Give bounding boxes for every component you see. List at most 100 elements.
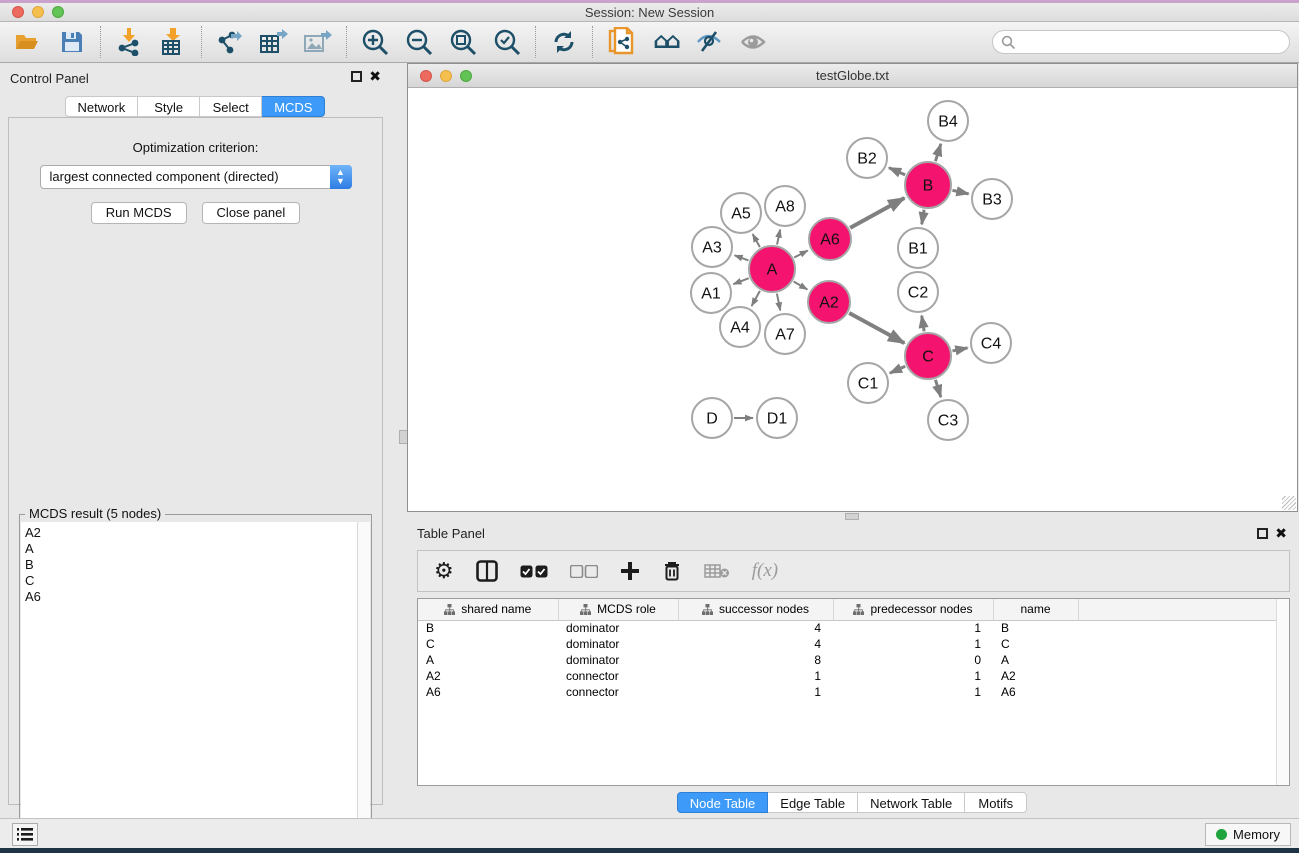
zoom-selected-icon[interactable] <box>492 27 522 57</box>
table-row[interactable]: Cdominator41C <box>418 636 1290 652</box>
graph-edge-A6-B[interactable] <box>850 198 904 228</box>
window-resize-grip[interactable] <box>1282 496 1296 510</box>
column-header-shared-name[interactable]: shared name <box>418 599 558 620</box>
split-view-icon[interactable] <box>476 556 498 586</box>
deselect-all-icon[interactable] <box>570 556 598 586</box>
graph-edge-B-B4[interactable] <box>935 144 940 161</box>
table-scrollbar[interactable] <box>1276 599 1289 785</box>
table-cell[interactable]: 1 <box>833 668 993 684</box>
hide-panel-icon[interactable] <box>694 27 724 57</box>
graph-edge-B-B1[interactable] <box>922 210 924 225</box>
table-cell[interactable]: dominator <box>558 620 678 636</box>
export-table-icon[interactable] <box>259 27 289 57</box>
table-cell[interactable]: 1 <box>833 684 993 700</box>
table-cell[interactable]: 1 <box>678 668 833 684</box>
table-cell[interactable]: A6 <box>993 684 1078 700</box>
network-canvas[interactable]: AA1A2A3A4A5A6A7A8BB1B2B3B4CC1C2C3C4DD1 <box>408 88 1297 511</box>
table-cell[interactable]: A2 <box>993 668 1078 684</box>
mcds-result-scrollbar[interactable] <box>357 522 370 849</box>
graph-node-C[interactable]: C <box>905 333 951 379</box>
table-row[interactable]: Bdominator41B <box>418 620 1290 636</box>
search-input[interactable] <box>992 30 1290 54</box>
graph-node-D[interactable]: D <box>692 398 732 438</box>
tab-mcds[interactable]: MCDS <box>262 96 325 117</box>
criterion-dropdown[interactable]: largest connected component (directed) ▲… <box>40 165 352 189</box>
column-header-predecessor-nodes[interactable]: predecessor nodes <box>833 599 993 620</box>
export-image-icon[interactable] <box>303 27 333 57</box>
float-panel-icon[interactable] <box>351 71 362 82</box>
function-builder-icon[interactable]: f(x) <box>752 556 778 586</box>
graph-edge-A-A3[interactable] <box>735 255 749 260</box>
graph-edge-A-A8[interactable] <box>777 230 780 245</box>
graph-edge-A-A4[interactable] <box>752 291 760 306</box>
graph-edge-B-B3[interactable] <box>952 190 968 194</box>
tab-node-table[interactable]: Node Table <box>677 792 769 813</box>
mcds-result-list[interactable]: A2ABCA6 <box>21 522 357 849</box>
table-cell[interactable]: dominator <box>558 652 678 668</box>
graph-node-A4[interactable]: A4 <box>720 307 760 347</box>
mcds-result-item[interactable]: A2 <box>25 525 357 541</box>
graph-edge-A-A6[interactable] <box>794 250 808 257</box>
tab-network[interactable]: Network <box>65 96 139 117</box>
settings-gear-icon[interactable]: ⚙ <box>434 556 454 586</box>
tab-network-table[interactable]: Network Table <box>858 792 965 813</box>
table-cell[interactable]: A <box>993 652 1078 668</box>
open-session-icon[interactable] <box>13 27 43 57</box>
mcds-result-item[interactable]: A <box>25 541 357 557</box>
graph-edge-A-A5[interactable] <box>753 234 760 247</box>
zoom-in-icon[interactable] <box>360 27 390 57</box>
graph-node-A7[interactable]: A7 <box>765 314 805 354</box>
import-network-icon[interactable] <box>114 27 144 57</box>
graph-node-D1[interactable]: D1 <box>757 398 797 438</box>
zoom-out-icon[interactable] <box>404 27 434 57</box>
tab-motifs[interactable]: Motifs <box>965 792 1027 813</box>
horizontal-splitter-handle[interactable] <box>845 513 859 520</box>
zoom-fit-icon[interactable] <box>448 27 478 57</box>
table-cell[interactable]: 1 <box>833 620 993 636</box>
graph-node-A3[interactable]: A3 <box>692 227 732 267</box>
graph-edge-A-A2[interactable] <box>794 282 808 290</box>
graph-edge-A-A7[interactable] <box>777 294 780 311</box>
run-mcds-button[interactable]: Run MCDS <box>91 202 187 224</box>
table-cell[interactable]: 0 <box>833 652 993 668</box>
mcds-result-item[interactable]: A6 <box>25 589 357 605</box>
show-panel-icon[interactable] <box>738 27 768 57</box>
column-header-MCDS-role[interactable]: MCDS role <box>558 599 678 620</box>
mcds-result-item[interactable]: B <box>25 557 357 573</box>
task-history-button[interactable] <box>12 823 38 846</box>
table-row[interactable]: Adominator80A <box>418 652 1290 668</box>
table-cell[interactable]: connector <box>558 684 678 700</box>
save-session-icon[interactable] <box>57 27 87 57</box>
close-table-panel-icon[interactable]: ✖ <box>1275 526 1287 540</box>
table-cell[interactable]: A2 <box>418 668 558 684</box>
graph-node-A1[interactable]: A1 <box>691 273 731 313</box>
tab-edge-table[interactable]: Edge Table <box>768 792 858 813</box>
graph-node-A2[interactable]: A2 <box>808 281 850 323</box>
graph-edge-C-C1[interactable] <box>890 366 905 373</box>
graph-node-B2[interactable]: B2 <box>847 138 887 178</box>
table-cell[interactable]: A <box>418 652 558 668</box>
graph-edge-C-C4[interactable] <box>952 348 967 351</box>
table-cell[interactable]: dominator <box>558 636 678 652</box>
close-panel-icon[interactable]: ✖ <box>369 69 381 83</box>
refresh-layout-icon[interactable] <box>549 27 579 57</box>
node-table-grid[interactable]: shared nameMCDS rolesuccessor nodesprede… <box>418 599 1290 700</box>
table-cell[interactable]: 1 <box>833 636 993 652</box>
graph-edge-B-B2[interactable] <box>889 168 905 175</box>
graph-node-C1[interactable]: C1 <box>848 363 888 403</box>
graph-edge-C-C3[interactable] <box>935 380 940 397</box>
table-row[interactable]: A2connector11A2 <box>418 668 1290 684</box>
memory-button[interactable]: Memory <box>1205 823 1291 846</box>
table-cell[interactable]: 4 <box>678 636 833 652</box>
column-header-successor-nodes[interactable]: successor nodes <box>678 599 833 620</box>
table-cell[interactable]: C <box>418 636 558 652</box>
graph-node-B4[interactable]: B4 <box>928 101 968 141</box>
import-table-icon[interactable] <box>158 27 188 57</box>
graph-edge-A-A1[interactable] <box>733 278 748 284</box>
delete-table-icon[interactable] <box>704 556 730 586</box>
table-row[interactable]: A6connector11A6 <box>418 684 1290 700</box>
table-cell[interactable]: A6 <box>418 684 558 700</box>
graph-node-A8[interactable]: A8 <box>765 186 805 226</box>
clone-network-icon[interactable] <box>606 27 636 57</box>
mcds-result-item[interactable]: C <box>25 573 357 589</box>
